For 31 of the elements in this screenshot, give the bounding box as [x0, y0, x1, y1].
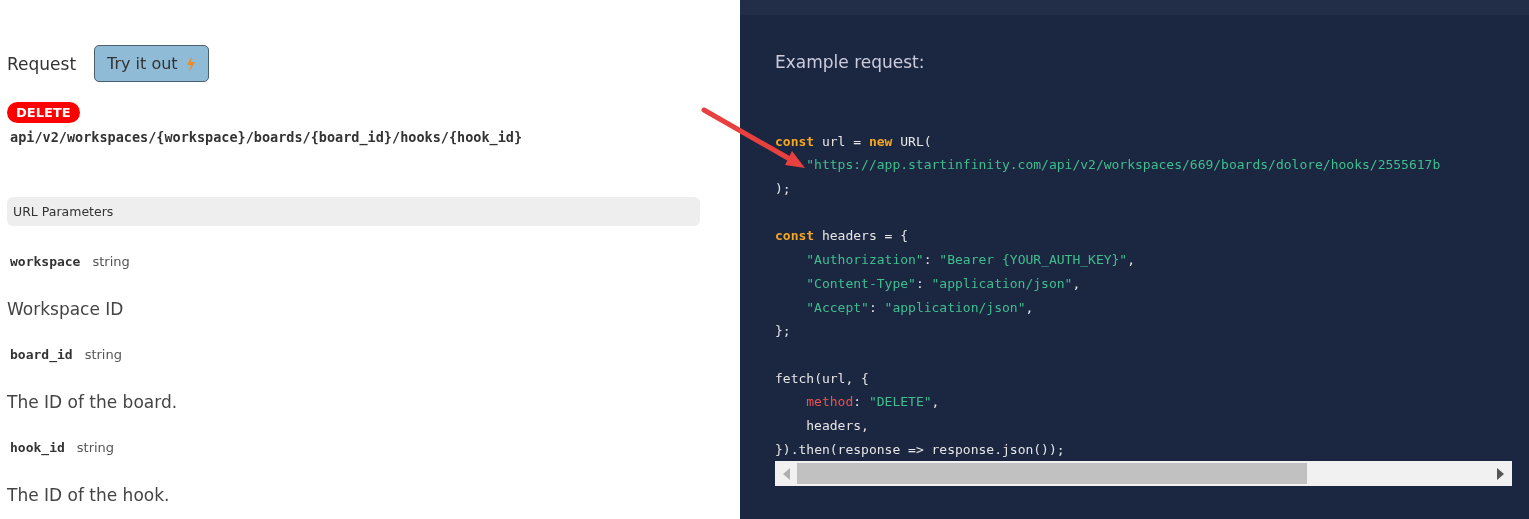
parameter-description: The ID of the hook. [7, 485, 171, 505]
horizontal-scrollbar[interactable] [775, 461, 1512, 487]
parameter-name: hook_id [10, 440, 65, 455]
parameter-type: string [76, 440, 115, 455]
example-heading: Example request: [775, 52, 926, 72]
parameter-name: board_id [10, 347, 73, 362]
method-badge: DELETE [7, 102, 80, 123]
code-line: fetch(url, { [775, 369, 870, 388]
code-line: }; [775, 322, 792, 341]
code-line: "Content-Type": "application/json", [805, 274, 1082, 293]
endpoint-path: api/v2/workspaces/{workspace}/boards/{board_id}/hooks/{hook_id} [10, 129, 524, 145]
parameter-type: string [92, 254, 130, 269]
url-parameters-header: URL Parameters [7, 197, 700, 226]
lightning-icon [185, 55, 196, 72]
code-line: "Authorization": "Bearer {YOUR_AUTH_KEY}", [805, 251, 1137, 270]
code-line: const headers = { [775, 227, 910, 246]
code-line: }).then(response => response.json()); [775, 440, 1066, 459]
code-line: "Accept": "application/json", [805, 298, 1035, 317]
code-line: method: "DELETE", [805, 393, 941, 412]
parameter-type: string [84, 347, 122, 362]
code-line: ); [775, 180, 792, 199]
scrollbar-thumb[interactable] [797, 463, 1307, 485]
request-label: Request [7, 53, 77, 74]
code-line: headers, [805, 416, 870, 435]
parameter-description: The ID of the board. [7, 392, 179, 412]
try-it-out-button[interactable]: Try it out [94, 45, 209, 82]
code-line: const url = new URL( [775, 132, 933, 151]
parameter-description: Workspace ID [7, 299, 125, 319]
code-line: "https://app.startinfinity.com/api/v2/workspaces/669/boards/dolore/hooks/2555617b [805, 156, 1442, 175]
parameter-name: workspace [10, 254, 81, 269]
scroll-right-icon[interactable] [1496, 467, 1504, 480]
